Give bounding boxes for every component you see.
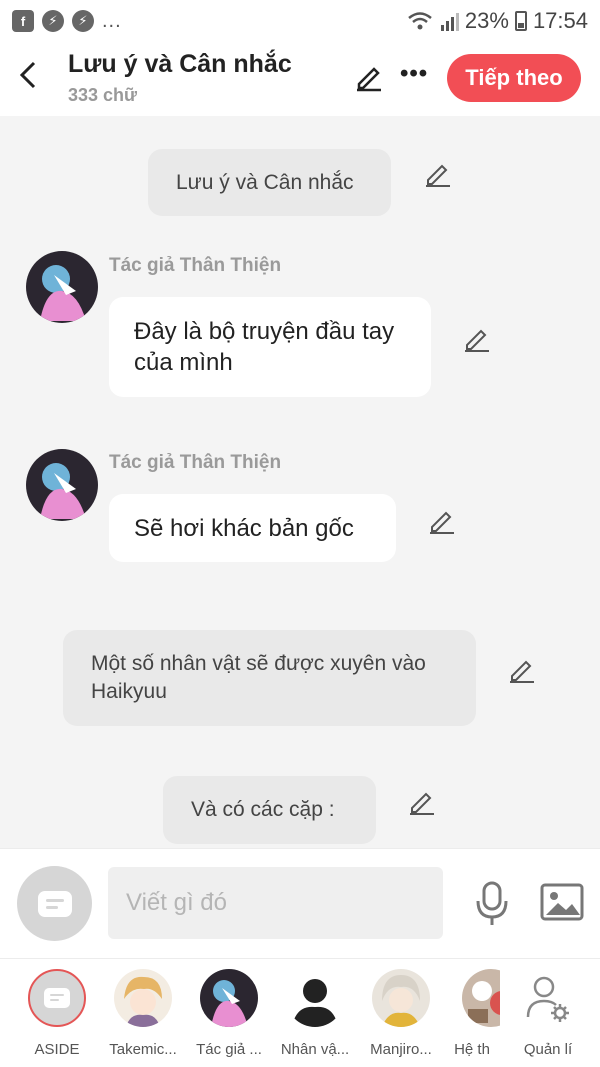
narration-bubble[interactable]: Và có các cặp : xyxy=(163,776,376,844)
edit-message-icon[interactable] xyxy=(424,160,452,188)
chat-area[interactable]: Lưu ý và Cân nhắc Tác giả Thân Thiện Đây… xyxy=(0,116,600,848)
clock: 17:54 xyxy=(532,8,588,33)
avatar xyxy=(462,969,500,1027)
back-arrow-icon xyxy=(19,61,36,89)
page-title: Lưu ý và Cân nhắc xyxy=(68,50,292,78)
battery-percent: 23% xyxy=(464,8,509,33)
messenger-icon: ⚡ xyxy=(42,10,64,32)
character-label: Takemic... xyxy=(109,1041,177,1058)
character-item[interactable]: Manjiro... xyxy=(356,969,446,1058)
edit-message-icon[interactable] xyxy=(408,788,436,816)
character-aside[interactable]: ASIDE xyxy=(12,969,102,1058)
character-label: Quản lí xyxy=(523,1041,573,1058)
word-count: 333 chữ xyxy=(68,85,138,105)
avatar xyxy=(372,969,430,1027)
message-input[interactable] xyxy=(108,867,443,939)
status-bar: f ⚡ ⚡ ... 23% 17:54 xyxy=(0,0,600,42)
signal-icon xyxy=(440,13,459,31)
message-text: Một số nhân vật sẽ được xuyên vào Haikyu… xyxy=(91,652,426,703)
avatar[interactable] xyxy=(26,449,98,521)
avatar xyxy=(286,969,344,1027)
character-item[interactable]: Nhân vậ... xyxy=(270,969,360,1058)
character-bubble[interactable]: Đây là bộ truyện đầu tay của mình xyxy=(109,297,431,397)
edit-message-icon[interactable] xyxy=(428,507,456,535)
narration-bubble[interactable]: Lưu ý và Cân nhắc xyxy=(148,149,391,216)
character-label: Nhân vậ... xyxy=(280,1041,350,1058)
speaker-name: Tác giả Thân Thiện xyxy=(109,255,282,276)
character-item[interactable]: Tác giả ... xyxy=(184,969,274,1058)
message-text: Đây là bộ truyện đầu tay của mình xyxy=(134,318,395,376)
microphone-icon[interactable] xyxy=(472,879,512,927)
avatar xyxy=(519,969,577,1027)
edit-message-icon[interactable] xyxy=(463,325,491,353)
header: Lưu ý và Cân nhắc 333 chữ ••• Tiếp theo xyxy=(0,42,600,116)
messenger-icon: ⚡ xyxy=(72,10,94,32)
message-text: Và có các cặp : xyxy=(191,798,335,821)
character-item[interactable]: Takemic... xyxy=(98,969,188,1058)
edit-title-button[interactable] xyxy=(354,62,384,92)
character-label: Hệ th xyxy=(454,1041,490,1058)
image-icon[interactable] xyxy=(540,883,584,921)
character-label: Manjiro... xyxy=(370,1041,432,1058)
more-notifications: ... xyxy=(102,9,122,32)
battery-icon xyxy=(514,11,527,31)
next-button[interactable]: Tiếp theo xyxy=(447,54,581,102)
composer xyxy=(0,848,600,958)
narration-bubble[interactable]: Một số nhân vật sẽ được xuyên vào Haikyu… xyxy=(63,630,476,726)
flipboard-icon: f xyxy=(12,10,34,32)
avatar xyxy=(114,969,172,1027)
aside-toggle-button[interactable] xyxy=(17,866,92,941)
edit-message-icon[interactable] xyxy=(508,656,536,684)
speaker-name: Tác giả Thân Thiện xyxy=(109,452,282,473)
character-label: Tác giả ... xyxy=(196,1041,262,1058)
character-bubble[interactable]: Sẽ hơi khác bản gốc xyxy=(109,494,396,562)
message-text: Lưu ý và Cân nhắc xyxy=(176,170,354,194)
manage-characters-button[interactable]: Quản lí xyxy=(503,969,593,1058)
user-settings-icon xyxy=(526,976,569,1022)
character-label: ASIDE xyxy=(34,1041,80,1058)
message-icon xyxy=(44,988,70,1008)
message-icon xyxy=(37,890,72,917)
aside-avatar xyxy=(28,969,86,1027)
avatar xyxy=(200,969,258,1027)
ellipsis-icon: ••• xyxy=(400,60,429,87)
more-options-button[interactable]: ••• xyxy=(400,60,428,88)
pencil-icon xyxy=(357,67,381,92)
character-item[interactable]: Hệ th xyxy=(444,969,500,1058)
message-text: Sẽ hơi khác bản gốc xyxy=(134,514,354,542)
back-button[interactable] xyxy=(14,60,42,96)
avatar[interactable] xyxy=(26,251,98,323)
character-bar: ASIDE Takemic... Tác giả ... Nhân vậ... … xyxy=(0,958,600,1067)
wifi-icon xyxy=(408,12,432,30)
